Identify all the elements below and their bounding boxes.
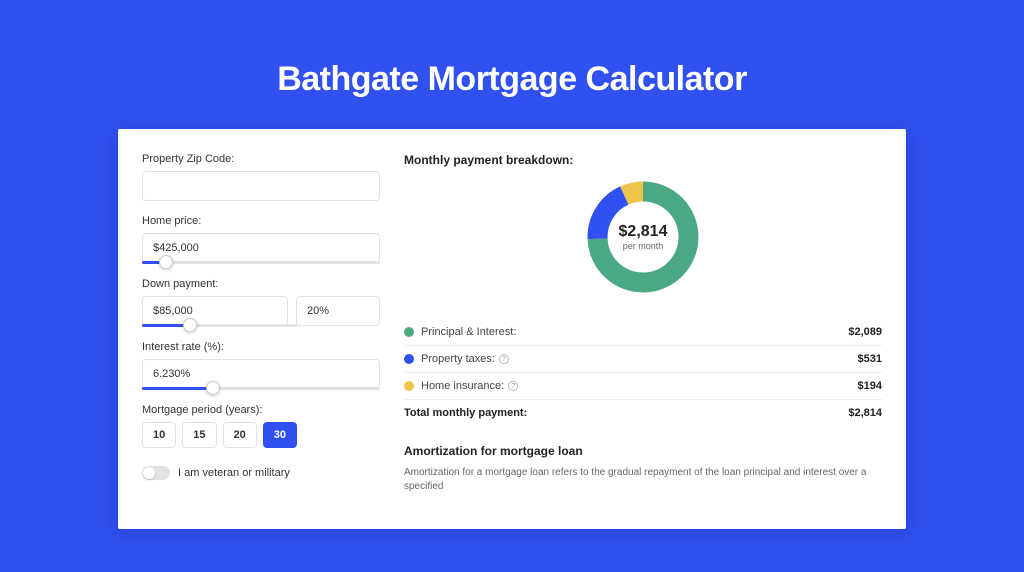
amortization-title: Amortization for mortgage loan [404,444,882,458]
toggle-knob [143,467,155,479]
calculator-card: Property Zip Code: Home price: Down paym… [118,129,906,529]
veteran-row: I am veteran or military [142,466,380,480]
interest-label: Interest rate (%): [142,341,380,353]
slider-thumb[interactable] [183,318,197,332]
interest-field: Interest rate (%): [142,341,380,390]
down-payment-field: Down payment: [142,278,380,327]
period-button-10[interactable]: 10 [142,422,176,448]
slider-thumb[interactable] [159,255,173,269]
legend-value: $531 [858,353,882,365]
slider-fill [142,387,213,390]
legend-dot [404,354,414,364]
down-payment-label: Down payment: [142,278,380,290]
period-buttons: 1015 2030 [142,422,380,448]
down-payment-percent-input[interactable] [296,296,380,326]
donut-chart: $2,814 per month [583,177,703,297]
period-button-30[interactable]: 30 [263,422,297,448]
legend-row: Property taxes: ?$531 [404,346,882,373]
help-icon[interactable]: ? [499,354,509,364]
period-label: Mortgage period (years): [142,404,380,416]
period-field: Mortgage period (years): 1015 2030 [142,404,380,448]
zip-input[interactable] [142,171,380,201]
total-value: $2,814 [848,407,882,419]
legend-row: Principal & Interest:$2,089 [404,319,882,346]
legend-dot [404,381,414,391]
home-price-label: Home price: [142,215,380,227]
veteran-label: I am veteran or military [178,467,290,479]
period-button-15[interactable]: 15 [182,422,216,448]
donut-amount: $2,814 [619,223,668,241]
donut-chart-wrap: $2,814 per month [404,177,882,297]
interest-input[interactable] [142,359,380,389]
down-payment-input[interactable] [142,296,288,326]
amortization-text: Amortization for a mortgage loan refers … [404,466,882,494]
breakdown-title: Monthly payment breakdown: [404,153,882,167]
page-title: Bathgate Mortgage Calculator [0,60,1024,99]
donut-sub: per month [623,241,664,251]
legend: Principal & Interest:$2,089Property taxe… [404,319,882,426]
form-panel: Property Zip Code: Home price: Down paym… [142,153,380,529]
legend-label: Property taxes: ? [421,353,858,365]
donut-center: $2,814 per month [583,177,703,297]
home-price-input[interactable] [142,233,380,263]
legend-value: $194 [858,380,882,392]
total-label: Total monthly payment: [404,407,848,419]
legend-label: Home insurance: ? [421,380,858,392]
interest-slider[interactable] [142,387,380,390]
breakdown-panel: Monthly payment breakdown: $2,814 per mo… [404,153,882,529]
legend-total-row: Total monthly payment:$2,814 [404,400,882,426]
veteran-toggle[interactable] [142,466,170,480]
legend-dot [404,327,414,337]
zip-label: Property Zip Code: [142,153,380,165]
home-price-slider[interactable] [142,261,380,264]
legend-label: Principal & Interest: [421,326,848,338]
home-price-field: Home price: [142,215,380,264]
legend-row: Home insurance: ?$194 [404,373,882,400]
help-icon[interactable]: ? [508,381,518,391]
zip-field: Property Zip Code: [142,153,380,201]
down-payment-slider[interactable] [142,324,297,327]
slider-thumb[interactable] [206,381,220,395]
period-button-20[interactable]: 20 [223,422,257,448]
legend-value: $2,089 [848,326,882,338]
